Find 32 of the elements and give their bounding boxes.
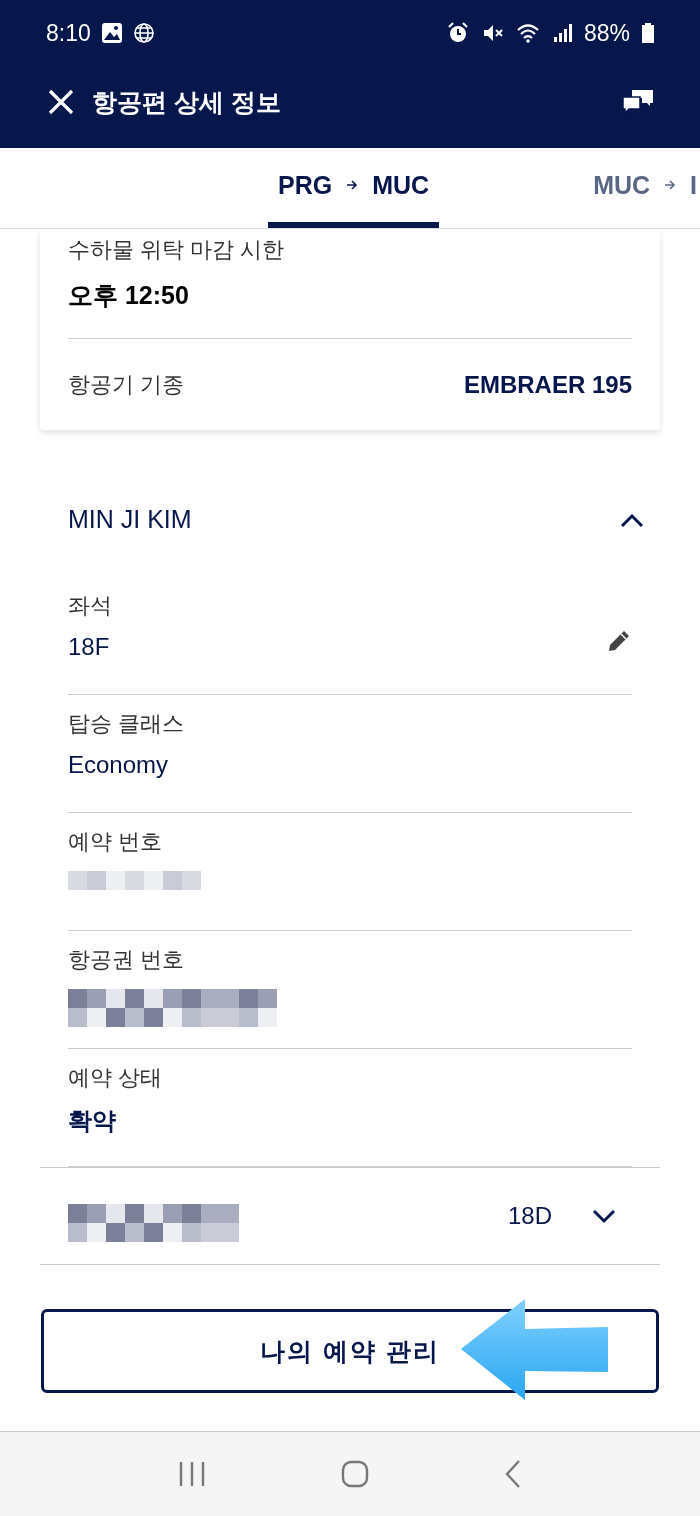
field-label: 좌석 [68, 592, 113, 620]
arrow-icon [664, 179, 677, 191]
expand-button[interactable] [592, 1208, 616, 1224]
field-value: 확약 [68, 1106, 117, 1136]
route-tab[interactable]: MUC I [583, 148, 700, 228]
image-icon [100, 22, 123, 44]
edit-button[interactable] [606, 628, 632, 654]
field-label: 탑승 클래스 [68, 710, 186, 738]
back-button[interactable] [504, 1459, 523, 1489]
arrow-icon [346, 179, 359, 191]
passenger-name: MIN JI KIM [68, 505, 192, 534]
screen-title: 항공편 상세 정보 [92, 86, 281, 118]
wifi-icon [515, 23, 540, 43]
field-label: 예약 번호 [68, 828, 164, 856]
signal-icon [551, 23, 572, 43]
field-label: 항공권 번호 [68, 946, 186, 974]
field-value: 오후 12:50 [68, 280, 190, 311]
seat-number: 18D [507, 1202, 552, 1230]
battery-percent: 88% [583, 19, 630, 47]
field-label: 수하물 위탁 마감 시한 [68, 236, 286, 264]
field-label: 예약 상태 [68, 1064, 164, 1092]
field-value: Economy [68, 751, 170, 779]
home-button[interactable] [341, 1460, 369, 1488]
recent-apps-button[interactable] [177, 1461, 206, 1487]
close-button[interactable] [48, 89, 74, 115]
field-value: 18F [68, 633, 110, 661]
field-label: 항공기 기종 [68, 370, 185, 399]
battery-icon [642, 23, 654, 43]
collapse-button[interactable] [620, 511, 644, 528]
clock-time: 8:10 [46, 19, 91, 47]
field-value: EMBRAER 195 [463, 370, 632, 399]
globe-icon [132, 22, 155, 44]
